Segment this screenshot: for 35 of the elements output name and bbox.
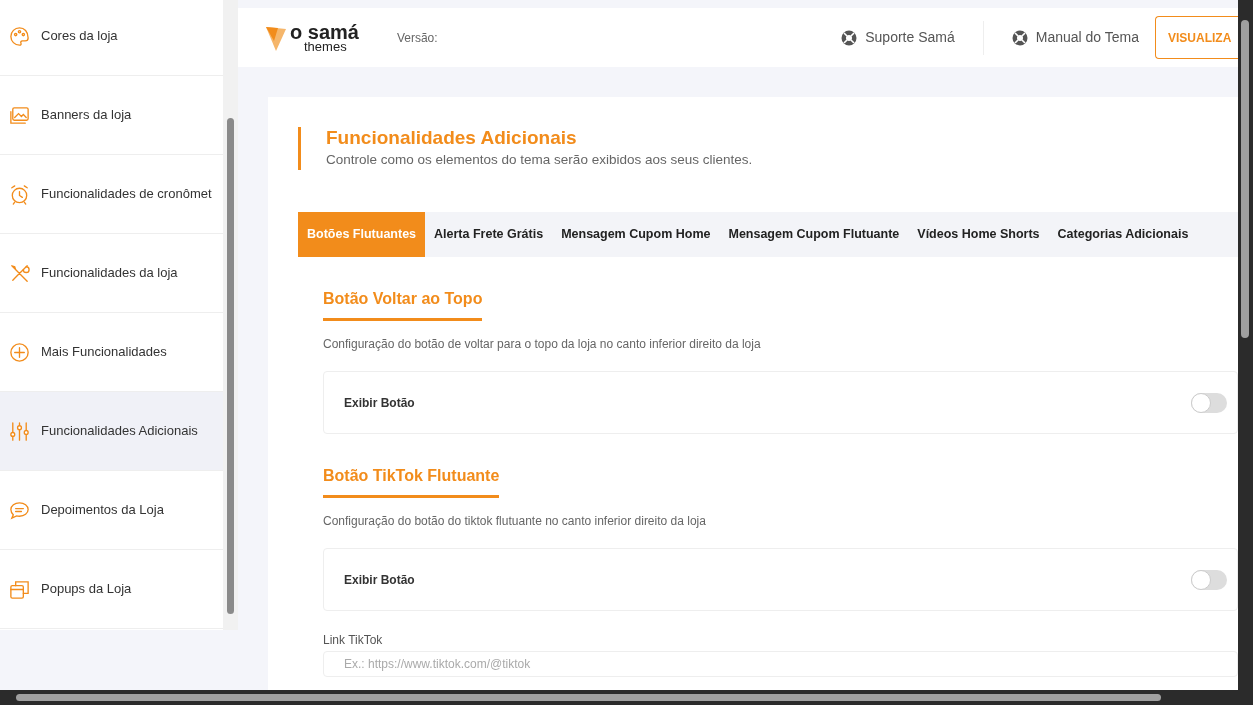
scrollbar-thumb[interactable]: [1241, 20, 1249, 338]
alarm-clock-icon: [8, 182, 31, 206]
version-label: Versão:: [396, 29, 438, 47]
tab[interactable]: Mensagem Cupom Flutuante: [719, 212, 909, 258]
tab[interactable]: Vídeos Home Shorts: [908, 212, 1049, 258]
toggle-switch[interactable]: [1191, 569, 1227, 590]
toggle-label: Exibir Botão: [344, 571, 415, 589]
header-link[interactable]: Manual do Tema: [995, 27, 1155, 48]
section-title: Botão TikTok Flutuante: [323, 464, 500, 499]
header-link[interactable]: Suporte Samá: [825, 27, 971, 48]
toggle-label: Exibir Botão: [344, 394, 415, 412]
scrollbar-thumb[interactable]: [227, 118, 234, 614]
sliders-icon: [8, 419, 31, 443]
scrollbar-thumb[interactable]: [16, 694, 1161, 701]
lifebuoy-icon: [841, 29, 858, 46]
tab[interactable]: Alerta Frete Grátis: [425, 212, 553, 258]
plus-icon: [8, 340, 31, 364]
field-label: Link TikTok: [323, 632, 384, 650]
section-description: Configuração do botão de voltar para o topo da loja no canto inferior direito da loja: [323, 336, 762, 354]
tab[interactable]: Categorias Adicionais: [1048, 212, 1198, 258]
lifebuoy-icon: [1011, 29, 1028, 46]
page-title: Funcionalidades Adicionais: [326, 127, 578, 150]
logo-subtext: themes: [303, 40, 347, 53]
page-subtitle: Controle como os elementos do tema serão exibidos aos seus clientes.: [326, 150, 754, 169]
tab[interactable]: Mensagem Cupom Home: [552, 212, 720, 258]
sidebar-scrollbar[interactable]: [223, 0, 238, 630]
vertical-scrollbar[interactable]: [1238, 0, 1253, 690]
input-field[interactable]: Ex.: https://www.tiktok.com/@tiktok: [323, 651, 1238, 678]
horizontal-scrollbar[interactable]: [0, 690, 1253, 705]
toggle-switch[interactable]: [1191, 392, 1227, 413]
section-title: Botão Voltar ao Topo: [323, 287, 483, 322]
section-description: Configuração do botão do tiktok flutuante no canto inferior direito da loja: [323, 513, 707, 531]
sidebar-item[interactable]: Funcionalidades Adicionais: [0, 392, 223, 471]
logo-text: o samá: [290, 22, 359, 41]
palette-icon: [8, 24, 31, 48]
